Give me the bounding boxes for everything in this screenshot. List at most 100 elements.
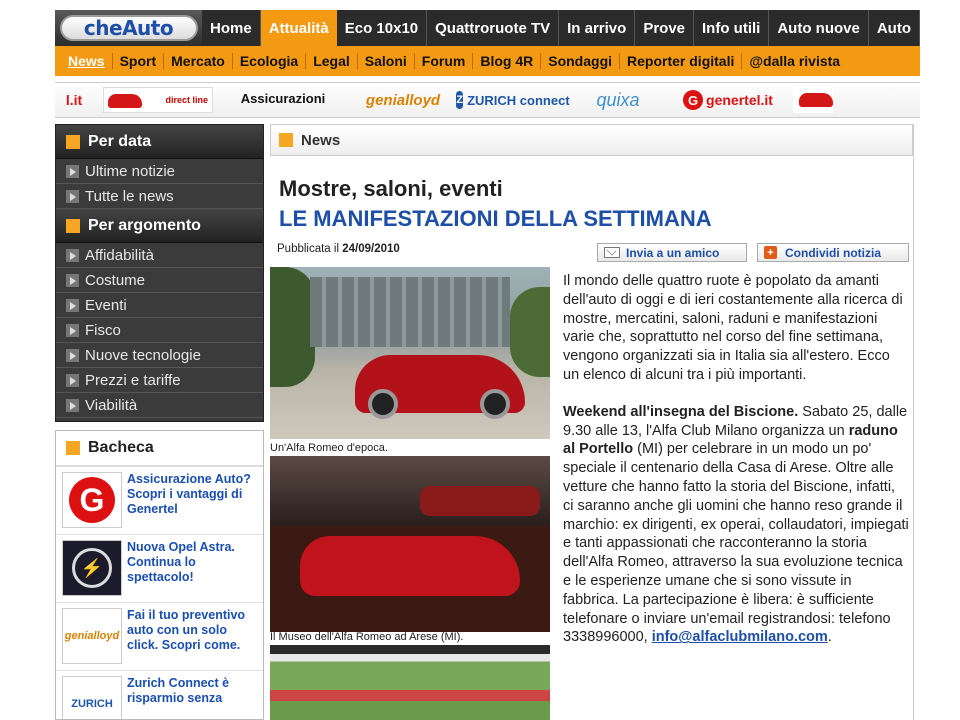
site-logo[interactable]: cheAuto — [55, 10, 203, 46]
sponsor-bar: l.it direct line Assicurazioni genialloy… — [55, 82, 920, 118]
subnav-forum[interactable]: Forum — [415, 53, 474, 69]
paragraph-text: (MI) per celebrare in un modo un po' spe… — [563, 441, 909, 646]
nav-auto[interactable]: Auto — [869, 10, 920, 46]
sidebar-item-viabilita[interactable]: Viabilità — [56, 393, 263, 418]
ad-text[interactable]: Zurich Connect è risparmio senza — [127, 676, 259, 706]
orange-square-icon — [66, 134, 80, 149]
wheel-shape — [480, 389, 510, 419]
send-to-friend-button[interactable]: Invia a un amico — [597, 243, 747, 262]
subnav-reporter[interactable]: Reporter digitali — [620, 53, 743, 69]
subnav-legal[interactable]: Legal — [306, 53, 358, 69]
paragraph-bold: Weekend all'insegna del Biscione. — [563, 403, 799, 420]
article-body: Il mondo delle quattro ruote è popolato … — [563, 272, 909, 665]
sidebar-item-ultime-notizie[interactable]: Ultime notizie — [56, 159, 263, 184]
zurich-logo: ZURICH — [62, 676, 122, 719]
article-paragraph: Il mondo delle quattro ruote è popolato … — [563, 273, 903, 383]
share-label: Condividi notizia — [785, 245, 881, 260]
sidebar-heading-per-argomento: Per argomento — [56, 209, 263, 243]
sidebar-item-tutte-le-news[interactable]: Tutte le news — [56, 184, 263, 209]
news-section-header: News — [270, 124, 913, 156]
ad-text[interactable]: Fai il tuo preventivo auto con un solo c… — [127, 608, 259, 653]
direct-line-label: direct line — [165, 95, 208, 105]
opel-bolt-icon: ⚡ — [72, 548, 112, 588]
right-divider — [913, 124, 914, 720]
ad-zurich[interactable]: ZURICH Zurich Connect è risparmio senza — [56, 671, 263, 719]
sponsor-genertel[interactable]: G genertel.it — [673, 87, 783, 113]
ad-text[interactable]: Assicurazione Auto? Scopri i vantaggi di… — [127, 472, 259, 517]
tree-shape — [510, 287, 550, 377]
sidebar-item-nuove-tecnologie[interactable]: Nuove tecnologie — [56, 343, 263, 368]
orange-square-icon — [279, 133, 293, 147]
assicurazioni-label: Assicurazioni — [240, 90, 326, 106]
subnav-rivista[interactable]: @dalla rivista — [742, 53, 847, 69]
news-section-title: News — [301, 131, 341, 149]
zurich-label: ZURICH connect — [467, 92, 570, 108]
arrow-right-icon — [66, 298, 79, 312]
subnav-ecologia[interactable]: Ecologia — [233, 53, 307, 69]
arrow-right-icon — [66, 323, 79, 337]
subnav-news[interactable]: News — [61, 53, 113, 69]
ad-text[interactable]: Nuova Opel Astra. Continua lo spettacolo… — [127, 540, 259, 585]
sidebar-item-label: Prezzi e tariffe — [85, 371, 181, 389]
send-to-friend-label: Invia a un amico — [626, 245, 720, 260]
nav-prove[interactable]: Prove — [635, 10, 695, 46]
sponsor-genialloyd[interactable]: genialloyd — [353, 87, 453, 113]
article-photo-alfa-romeo[interactable] — [270, 267, 550, 439]
orange-square-icon — [66, 218, 80, 233]
sponsor-direct-line[interactable]: direct line — [103, 87, 213, 113]
nav-info-utili[interactable]: Info utili — [694, 10, 770, 46]
nav-auto-nuove[interactable]: Auto nuove — [769, 10, 869, 46]
sidebar-item-prezzi-e-tariffe[interactable]: Prezzi e tariffe — [56, 368, 263, 393]
sidebar-item-affidabilita[interactable]: Affidabilità — [56, 243, 263, 268]
zurich-logo-icon: Z — [456, 91, 464, 109]
wheel-shape — [368, 389, 398, 419]
arrow-right-icon — [66, 164, 79, 178]
orange-square-icon — [66, 441, 80, 455]
sponsor-lit[interactable]: l.it — [55, 87, 93, 113]
nav-home[interactable]: Home — [202, 10, 261, 46]
red-car-icon — [108, 94, 142, 108]
ad-opel[interactable]: ⚡ Nuova Opel Astra. Continua lo spettaco… — [56, 535, 263, 603]
arrow-right-icon — [66, 189, 79, 203]
sponsor-quixa[interactable]: quixa — [573, 87, 663, 113]
article-headline: LE MANIFESTAZIONI DELLA SETTIMANA — [279, 206, 712, 231]
subnav-mercato[interactable]: Mercato — [164, 53, 233, 69]
per-data-title: Per data — [88, 132, 152, 150]
sidebar-item-costume[interactable]: Costume — [56, 268, 263, 293]
sidebar-item-label: Nuove tecnologie — [85, 346, 201, 364]
share-button[interactable]: + Condividi notizia — [757, 243, 909, 262]
sidebar-item-label: Fisco — [85, 321, 121, 339]
sidebar-item-label: Tutte le news — [85, 187, 174, 205]
sponsor-car[interactable] — [793, 87, 833, 113]
envelope-icon — [604, 247, 620, 258]
subnav-sondaggi[interactable]: Sondaggi — [541, 53, 621, 69]
tree-shape — [270, 267, 315, 387]
nav-in-arrivo[interactable]: In arrivo — [559, 10, 636, 46]
article-photo-museo[interactable] — [270, 456, 550, 632]
ad-genertel[interactable]: G Assicurazione Auto? Scopri i vantaggi … — [56, 467, 263, 535]
sidebar-item-label: Ultime notizie — [85, 162, 176, 180]
sponsor-zurich[interactable]: Z ZURICH connect — [456, 87, 570, 113]
subnav-saloni[interactable]: Saloni — [358, 53, 415, 69]
plus-icon: + — [764, 246, 777, 259]
photo-caption: Il Museo dell'Alfa Romeo ad Arese (MI). — [270, 631, 464, 643]
top-nav: cheAuto Home Attualità Eco 10x10 Quattro… — [55, 10, 920, 46]
subnav-blog[interactable]: Blog 4R — [473, 53, 542, 69]
arrow-right-icon — [66, 273, 79, 287]
sidebar-item-eventi[interactable]: Eventi — [56, 293, 263, 318]
ad-genialloyd[interactable]: genialloyd Fai il tuo preventivo auto co… — [56, 603, 263, 671]
article-photo-third[interactable] — [270, 645, 550, 720]
sidebar-item-fisco[interactable]: Fisco — [56, 318, 263, 343]
subnav-sport[interactable]: Sport — [113, 53, 165, 69]
bacheca-heading: Bacheca — [56, 431, 263, 467]
nav-quattroruote-tv[interactable]: Quattroruote TV — [427, 10, 560, 46]
bacheca-panel: Bacheca G Assicurazione Auto? Scopri i v… — [55, 430, 264, 720]
nav-attualita[interactable]: Attualità — [260, 10, 337, 46]
arrow-right-icon — [66, 248, 79, 262]
email-link[interactable]: info@alfaclubmilano.com — [652, 629, 828, 645]
published-label: Pubblicata il — [277, 243, 340, 255]
photo-caption: Un'Alfa Romeo d'epoca. — [270, 442, 388, 454]
genertel-logo: G — [62, 472, 122, 528]
nav-eco[interactable]: Eco 10x10 — [337, 10, 428, 46]
sidebar-heading-per-data: Per data — [56, 125, 263, 159]
